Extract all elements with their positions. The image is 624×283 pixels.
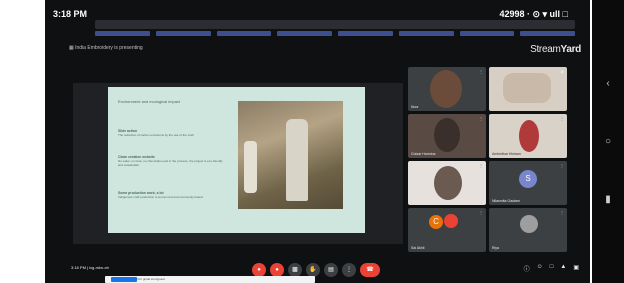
slide-section: Some production work, a lot Indigenous c… bbox=[118, 191, 226, 199]
bookmark-item[interactable] bbox=[216, 31, 272, 36]
participant-name: Nilasmita Gautam bbox=[492, 199, 520, 203]
pin-icon[interactable]: ◉ bbox=[561, 69, 565, 74]
home-icon[interactable]: ○ bbox=[602, 136, 614, 147]
chat-icon[interactable]: □ bbox=[550, 264, 554, 273]
mic-icon[interactable]: ⋮ bbox=[560, 116, 564, 121]
bookmarks-bar bbox=[95, 31, 575, 38]
mic-off-button[interactable]: ● bbox=[252, 263, 266, 277]
status-icons: 42998 · ⊙ ▾ ull □ bbox=[499, 9, 568, 19]
slide-section-body: The reduction of carbon emissions by the… bbox=[118, 133, 194, 137]
slide-section-body: No water, no heat, no chemicals used in … bbox=[118, 159, 223, 167]
info-icon[interactable]: ⓘ bbox=[524, 264, 530, 273]
right-controls: ⓘ ☺ □ ▲ ▣ bbox=[524, 264, 579, 273]
presenting-label: ▦ India Embroidery is presenting bbox=[69, 45, 143, 51]
bookmark-item[interactable] bbox=[520, 31, 575, 36]
slide: Environment and ecological impact Slide … bbox=[108, 87, 365, 233]
participant-video bbox=[434, 166, 462, 200]
participant-avatar: C bbox=[429, 215, 443, 229]
camera-off-button[interactable]: ● bbox=[270, 263, 284, 277]
bookmark-item[interactable] bbox=[95, 31, 150, 36]
participant-tile[interactable]: Riya ⋮ bbox=[489, 208, 567, 252]
slide-title: Environment and ecological impact bbox=[118, 99, 181, 104]
bookmark-item[interactable] bbox=[155, 31, 211, 36]
bookmark-item[interactable] bbox=[338, 31, 393, 36]
mic-icon[interactable]: ⋮ bbox=[479, 163, 483, 168]
android-nav-bar: ‹ ○ ▮ bbox=[592, 0, 624, 283]
browser-address-bar[interactable] bbox=[95, 20, 575, 29]
participant-name: Ambedkar Hisham bbox=[492, 152, 521, 156]
participant-grid: Noor ⋮ ◉ Gulzar Harmina ⋮ Ambedkar Hisha… bbox=[408, 67, 588, 257]
meeting-clock: 3:18 PM | ixg-mkn-ctr bbox=[71, 265, 109, 270]
participant-tile[interactable]: Noor ⋮ bbox=[408, 67, 486, 111]
left-margin bbox=[0, 0, 45, 283]
captions-button[interactable]: ▩ bbox=[288, 263, 302, 277]
presentation-stage[interactable]: Environment and ecological impact Slide … bbox=[73, 83, 403, 244]
phone-screen: 3:18 PM 42998 · ⊙ ▾ ull □ ▦ India Embroi… bbox=[45, 0, 590, 283]
activities-icon[interactable]: ▲ bbox=[560, 264, 566, 273]
raise-hand-button[interactable]: ✋ bbox=[306, 263, 320, 277]
participant-tile[interactable]: C Sai Akhil ⋮ bbox=[408, 208, 486, 252]
people-icon[interactable]: ☺ bbox=[537, 264, 543, 273]
bookmark-item[interactable] bbox=[277, 31, 332, 36]
photo-figure bbox=[244, 141, 257, 193]
participant-tile[interactable]: S Nilasmita Gautam ⋮ bbox=[489, 161, 567, 205]
participant-tile[interactable]: ⋮ bbox=[408, 161, 486, 205]
participant-video bbox=[503, 73, 551, 103]
brand-logo: StreamYard bbox=[530, 44, 581, 55]
participant-name: Noor bbox=[411, 105, 419, 109]
meeting-header: ▦ India Embroidery is presenting StreamY… bbox=[67, 40, 587, 60]
present-button[interactable]: ▤ bbox=[324, 263, 338, 277]
banner-action-button[interactable] bbox=[111, 277, 137, 282]
participant-name: Sai Akhil bbox=[411, 246, 425, 250]
lock-icon[interactable]: ▣ bbox=[573, 264, 579, 273]
mic-icon[interactable]: ⋮ bbox=[479, 69, 483, 74]
participant-video bbox=[430, 70, 462, 108]
brand-prefix: Stream bbox=[530, 44, 561, 55]
slide-section-body: Indigenous craft production is women led… bbox=[118, 195, 203, 199]
participant-avatar bbox=[520, 215, 538, 233]
recents-icon[interactable]: ▮ bbox=[602, 194, 614, 205]
photo-figure bbox=[286, 119, 308, 201]
back-icon[interactable]: ‹ bbox=[602, 78, 614, 89]
bookmark-item[interactable] bbox=[459, 31, 515, 36]
mic-icon[interactable]: ⋮ bbox=[560, 163, 564, 168]
participant-tile[interactable]: Ambedkar Hisham ⋮ bbox=[489, 114, 567, 158]
participant-avatar: S bbox=[519, 170, 537, 188]
participant-video bbox=[519, 120, 539, 152]
participant-video bbox=[434, 118, 460, 152]
notification-banner: Presentation control for gmail.com/guest bbox=[105, 276, 315, 283]
participant-tile[interactable]: ◉ bbox=[489, 67, 567, 111]
mic-icon[interactable]: ⋮ bbox=[479, 210, 483, 215]
participant-tile[interactable]: Gulzar Harmina ⋮ bbox=[408, 114, 486, 158]
participant-name: Riya bbox=[492, 246, 500, 250]
participant-avatar-secondary bbox=[444, 214, 458, 228]
slide-photo bbox=[238, 101, 343, 209]
brand-suffix: Yard bbox=[560, 44, 582, 55]
mic-icon[interactable]: ⋮ bbox=[479, 116, 483, 121]
slide-section: Clean creation website No water, no heat… bbox=[118, 155, 226, 167]
status-time: 3:18 PM bbox=[53, 9, 88, 19]
bookmark-item[interactable] bbox=[398, 31, 454, 36]
slide-section: Slide action The reduction of carbon emi… bbox=[118, 129, 226, 137]
presenting-text: India Embroidery is presenting bbox=[75, 45, 143, 51]
more-options-button[interactable]: ⋮ bbox=[342, 263, 356, 277]
end-call-button[interactable]: ☎ bbox=[360, 263, 380, 277]
present-icon: ▦ bbox=[69, 45, 74, 51]
mic-icon[interactable]: ⋮ bbox=[560, 210, 564, 215]
participant-name: Gulzar Harmina bbox=[411, 152, 436, 156]
